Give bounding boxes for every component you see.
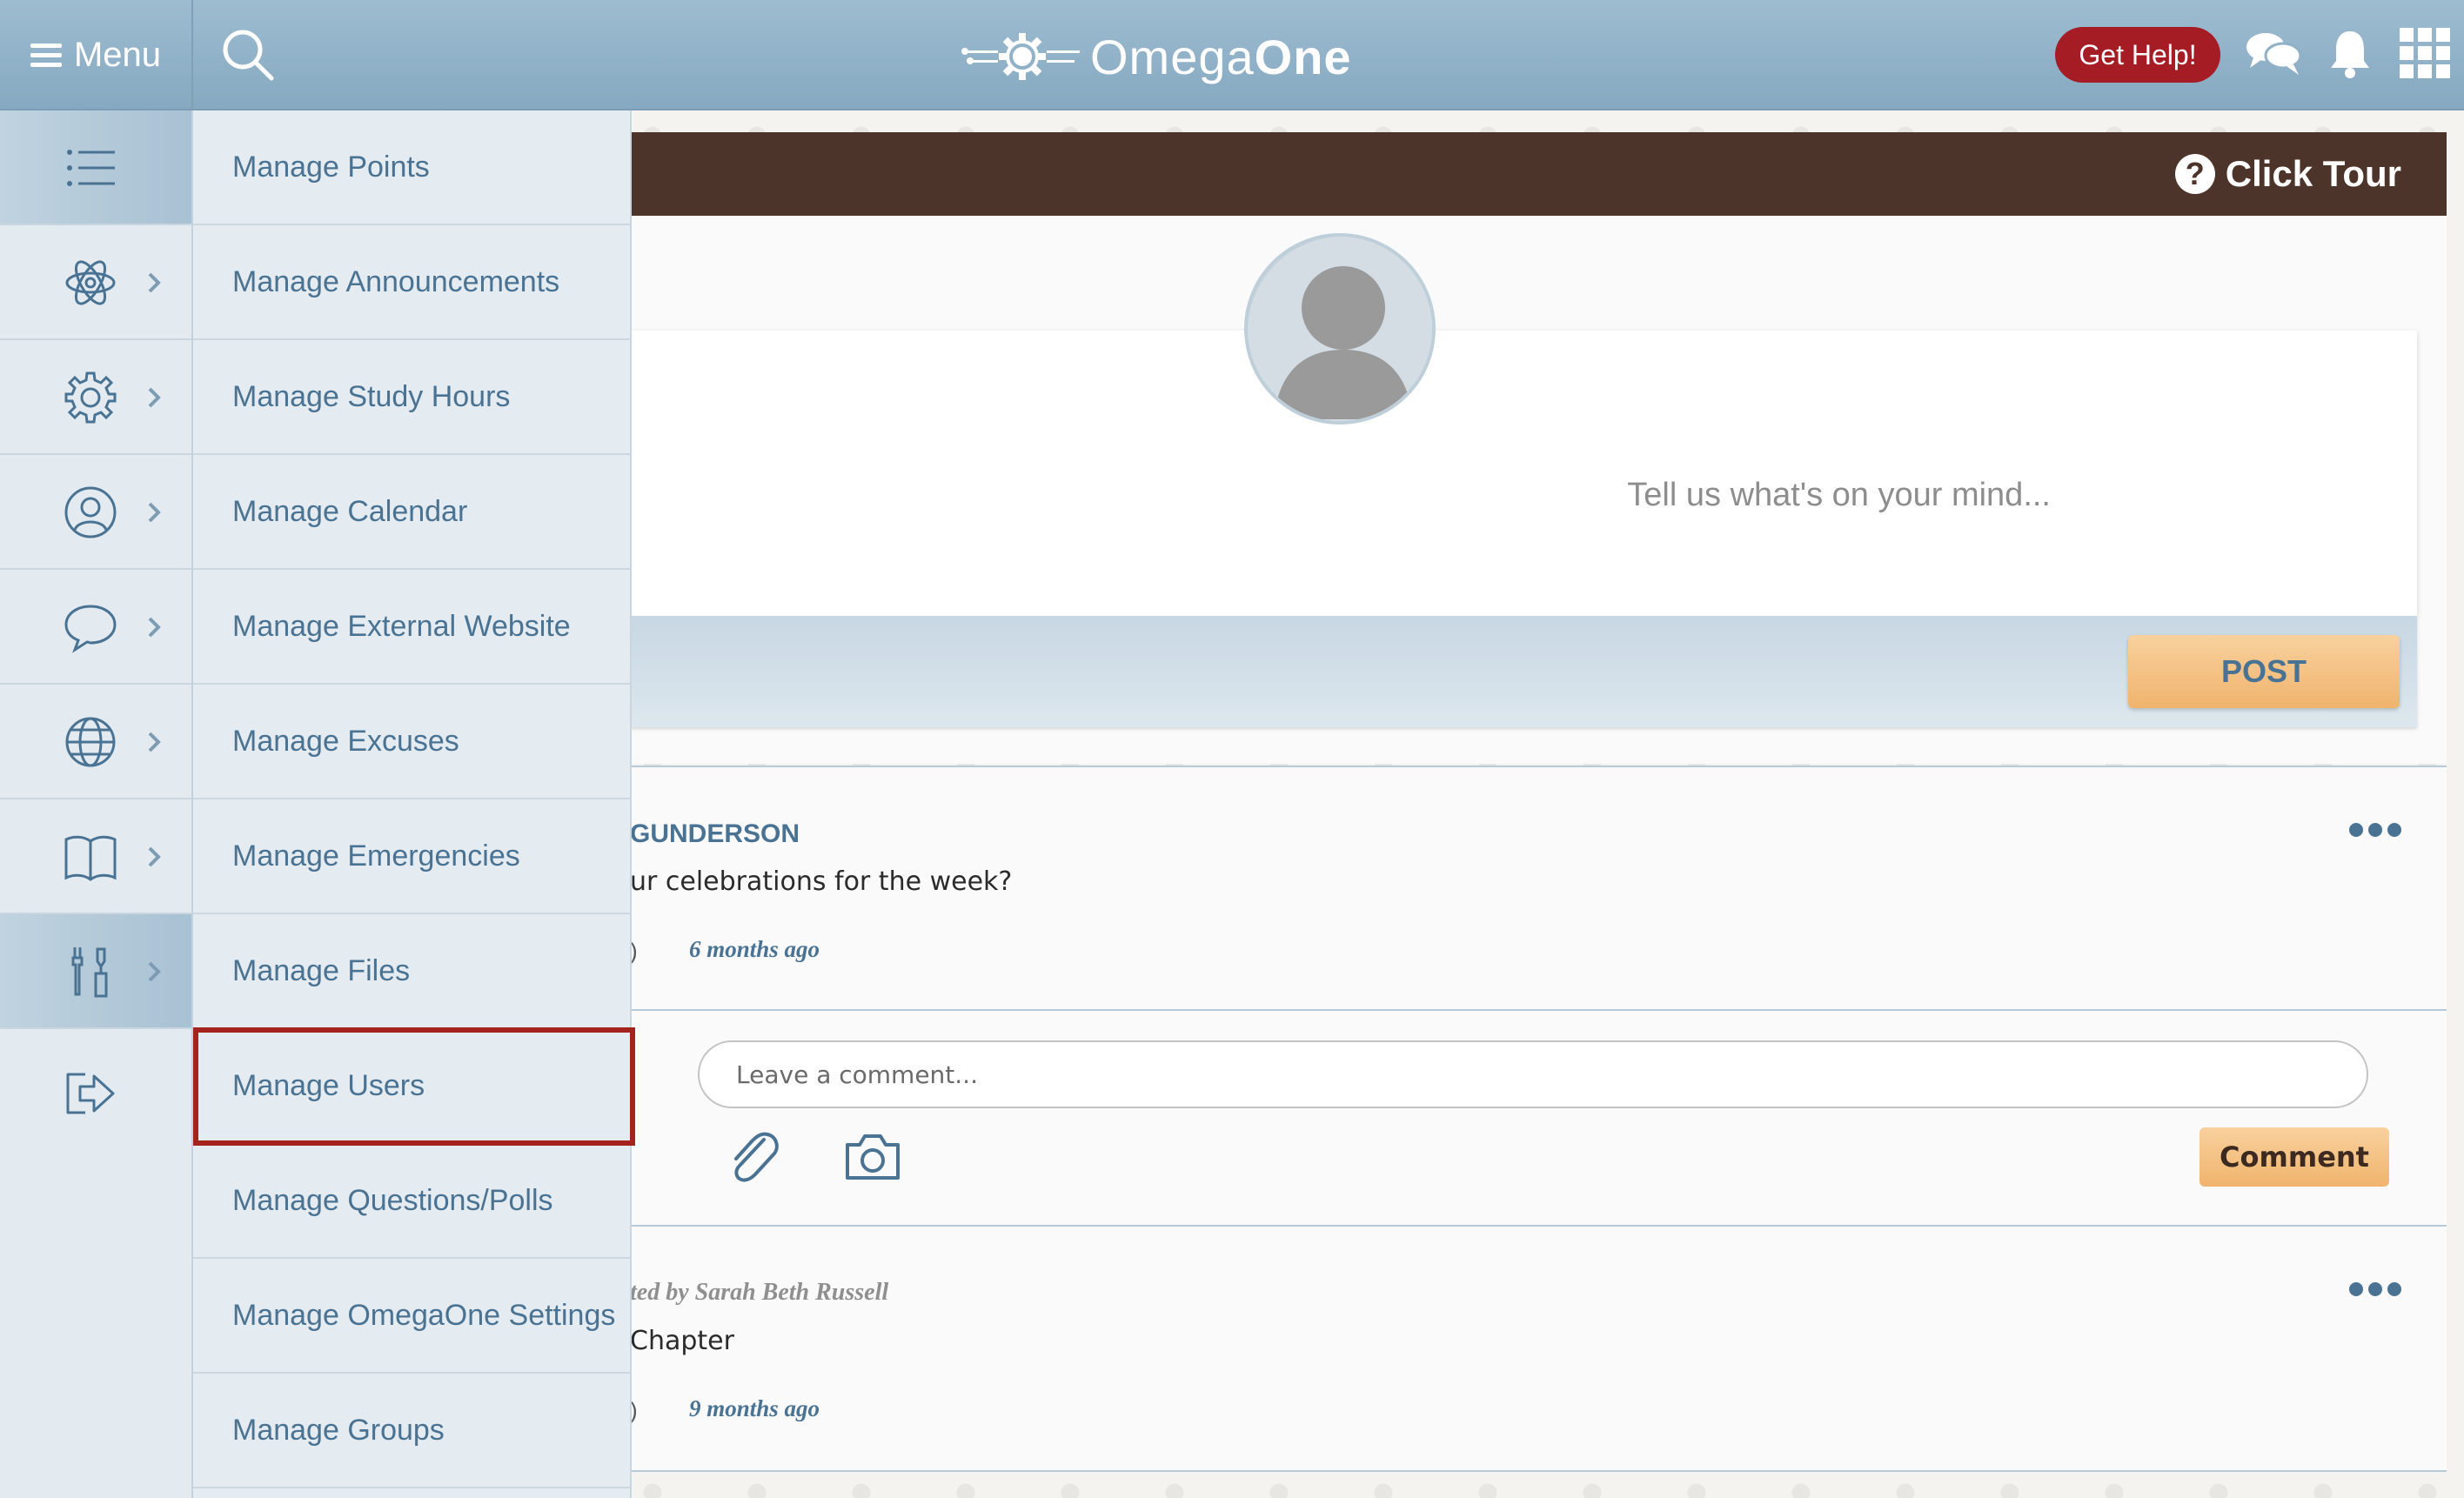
rail-item-logout[interactable] [0,1029,191,1144]
rail-item-library[interactable] [0,799,191,914]
comment-button[interactable]: Comment [2200,1127,2389,1187]
apps-grid-icon[interactable] [2400,28,2450,78]
omegaone-logo[interactable]: OmegaOne [961,26,1352,87]
chevron-right-icon [148,846,161,867]
more-options-icon[interactable] [2349,823,2401,837]
click-tour-button[interactable]: ? Click Tour [2174,148,2401,200]
rail-item-web[interactable] [0,685,191,799]
submenu-item-manage-external-website[interactable]: Manage External Website [193,570,630,685]
chevron-right-icon [148,732,161,752]
menu-label: Menu [73,36,162,74]
submenu-item-manage-announcements[interactable]: Manage Announcements [193,225,630,340]
rail-item-settings[interactable] [0,340,191,455]
open-book-icon [64,835,117,881]
post-button[interactable]: POST [2128,635,2400,708]
submenu-item-manage-excuses[interactable]: Manage Excuses [193,685,630,799]
submenu-item-manage-files[interactable]: Manage Files [193,914,630,1029]
question-icon: ? [2174,154,2215,194]
submenu-item-manage-emergencies[interactable]: Manage Emergencies [193,799,630,914]
comment-box: Leave a comment... Comment [630,1009,2447,1225]
paperclip-icon[interactable] [724,1127,783,1187]
user-circle-icon [64,486,117,538]
click-tour-label: Click Tour [2225,153,2401,194]
chevron-right-icon [148,502,161,523]
feed-post: ted by Sarah Beth Russell Chapter ) 9 mo… [630,1225,2447,1470]
logo-text: OmegaOne [1090,29,1352,84]
camera-icon[interactable] [844,1133,901,1181]
submenu-item-manage-questions-polls[interactable]: Manage Questions/Polls [193,1144,630,1259]
rail-item-atom[interactable] [0,225,191,340]
chevron-right-icon [148,387,161,408]
chevron-right-icon [148,617,161,638]
tour-banner: ? Click Tour [630,132,2447,216]
divider [630,1470,2447,1472]
compose-placeholder: Tell us what's on your mind... [1627,477,2051,513]
chevron-right-icon [148,961,161,982]
logout-icon [66,1073,115,1114]
post-composer: Tell us what's on your mind... POST [630,216,2447,764]
comment-input[interactable]: Leave a comment... [698,1040,2368,1108]
icon-rail [0,110,193,1498]
default-avatar-icon [1248,237,1432,421]
submenu-item-manage-users[interactable]: Manage Users [193,1027,635,1146]
atom-icon [65,260,116,305]
rail-item-profile[interactable] [0,455,191,570]
compose-actions: POST [630,616,2417,727]
search-icon[interactable] [219,26,277,84]
more-options-icon[interactable] [2349,1282,2401,1296]
post-time: 9 months ago [689,1395,820,1421]
bell-icon[interactable] [2328,28,2372,80]
gear-logo-icon [961,33,1080,80]
rail-item-admin[interactable] [0,914,191,1029]
get-help-button[interactable]: Get Help! [2055,27,2220,83]
rail-item-messages[interactable] [0,570,191,685]
compose-textarea[interactable]: Tell us what's on your mind... [630,331,2417,616]
admin-submenu: Manage Points Manage Announcements Manag… [193,110,635,1498]
submenu-item-manage-study-hours[interactable]: Manage Study Hours [193,340,630,455]
post-time: 6 months ago [689,936,820,962]
chevron-right-icon [148,272,161,293]
rail-item-list[interactable] [0,110,191,225]
post-author[interactable]: GUNDERSON [630,819,800,849]
hamburger-icon [30,43,62,68]
feed-post: GUNDERSON ur celebrations for the week? … [630,766,2447,1009]
post-text: Chapter [630,1326,734,1356]
top-bar: Menu OmegaOne Get Help! [0,0,2464,110]
post-author: ted by Sarah Beth Russell [630,1279,889,1306]
user-avatar [1244,233,1436,425]
globe-icon [65,717,116,767]
list-icon [67,150,115,186]
chat-icon[interactable] [2245,28,2302,80]
submenu-item-manage-omegaone-settings[interactable]: Manage OmegaOne Settings [193,1259,630,1374]
post-text: ur celebrations for the week? [630,866,1013,897]
tools-icon [71,947,108,998]
submenu-item-manage-points[interactable]: Manage Points [193,110,630,225]
gear-icon [64,371,117,424]
menu-button[interactable]: Menu [0,0,193,110]
submenu-item-manage-groups[interactable]: Manage Groups [193,1374,630,1488]
speech-bubble-icon [64,605,117,653]
submenu-item-manage-calendar[interactable]: Manage Calendar [193,455,630,570]
